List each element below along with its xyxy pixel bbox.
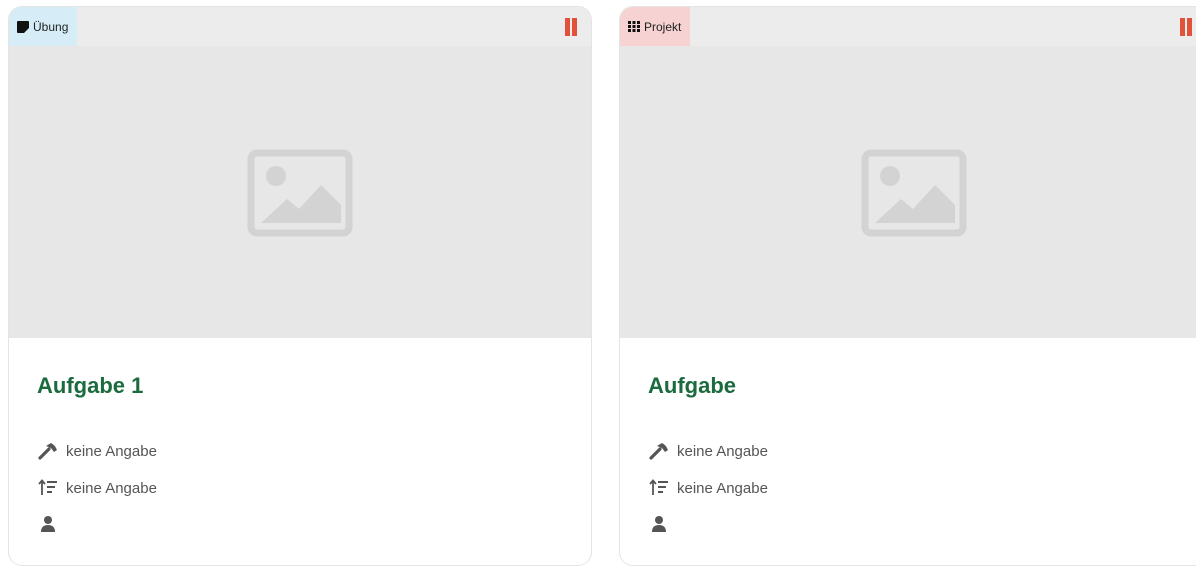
level-row: keine Angabe	[37, 478, 157, 498]
image-placeholder-icon	[861, 149, 967, 237]
grid-icon	[628, 21, 640, 32]
type-badge: Projekt	[620, 7, 691, 46]
sort-amount-icon	[648, 479, 670, 497]
type-badge: Übung	[9, 7, 78, 46]
card-title[interactable]: Aufgabe	[648, 373, 736, 399]
card-title[interactable]: Aufgabe 1	[37, 373, 143, 399]
person-row	[648, 514, 677, 534]
difficulty-value: keine Angabe	[66, 442, 157, 460]
user-icon	[37, 515, 59, 533]
pause-icon[interactable]	[1178, 18, 1194, 36]
sort-amount-icon	[37, 479, 59, 497]
note-icon	[17, 20, 29, 33]
difficulty-row: keine Angabe	[37, 441, 157, 461]
card-image-area	[9, 7, 591, 338]
difficulty-value: keine Angabe	[677, 442, 768, 460]
hammer-icon	[37, 442, 59, 460]
level-row: keine Angabe	[648, 478, 768, 498]
card-image-area	[620, 7, 1196, 338]
type-label: Projekt	[644, 19, 682, 34]
difficulty-row: keine Angabe	[648, 441, 768, 461]
person-row	[37, 514, 66, 534]
task-card[interactable]: Übung Aufgabe 1 keine Angabe keine Angab…	[8, 6, 592, 566]
level-value: keine Angabe	[66, 479, 157, 497]
hammer-icon	[648, 442, 670, 460]
pause-icon[interactable]	[563, 18, 579, 36]
card-header: Übung	[9, 7, 591, 46]
task-card[interactable]: Projekt Aufgabe keine Angabe keine Angab…	[619, 6, 1196, 566]
card-header: Projekt	[620, 7, 1196, 46]
image-placeholder-icon	[247, 149, 353, 237]
level-value: keine Angabe	[677, 479, 768, 497]
type-label: Übung	[33, 19, 69, 34]
user-icon	[648, 515, 670, 533]
